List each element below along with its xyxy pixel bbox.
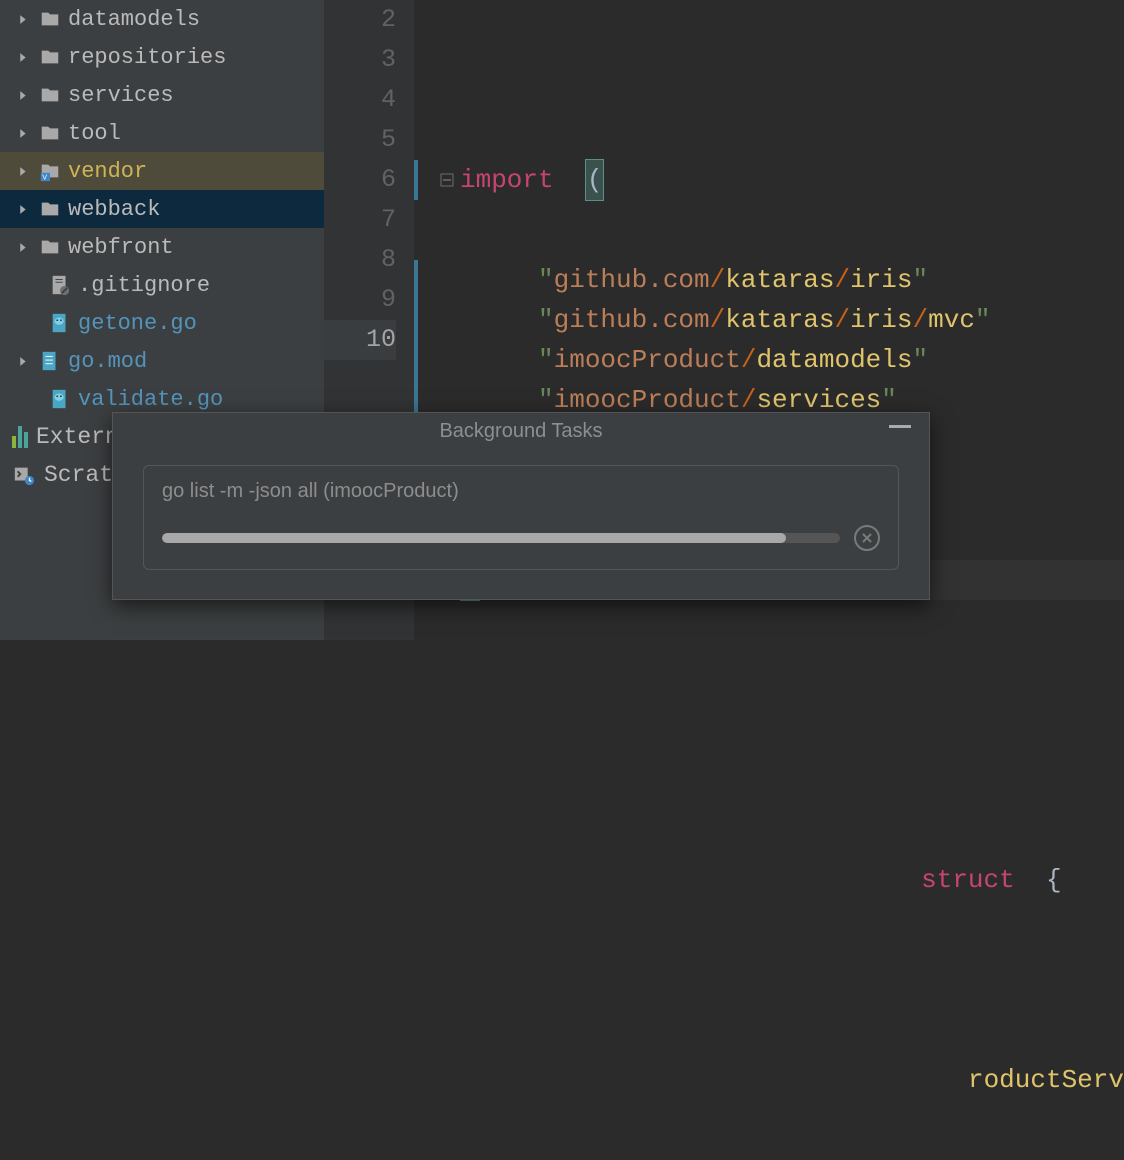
task-command: go list -m -json all (imoocProduct)	[162, 480, 880, 503]
tree-item-label: services	[68, 83, 174, 108]
line-number[interactable]: 8	[324, 240, 396, 280]
chevron-right-icon[interactable]	[14, 162, 32, 180]
folder-icon	[38, 83, 62, 107]
line-number[interactable]: 6	[324, 160, 396, 200]
folder-icon	[38, 45, 62, 69]
folder-icon	[38, 7, 62, 31]
chevron-right-icon[interactable]	[14, 200, 32, 218]
tree-item-go-mod[interactable]: go.mod	[0, 342, 324, 380]
chart-icon	[12, 426, 28, 448]
folder-icon	[38, 235, 62, 259]
minimize-icon[interactable]	[889, 425, 911, 428]
chevron-right-icon	[14, 390, 32, 408]
progress-bar	[162, 533, 840, 543]
tree-item-label: go.mod	[68, 349, 147, 374]
tree-item-services[interactable]: services	[0, 76, 324, 114]
chevron-right-icon[interactable]	[14, 352, 32, 370]
tree-item-label: webback	[68, 197, 160, 222]
go-icon	[48, 311, 72, 335]
console-icon	[12, 463, 36, 487]
tree-item-webback[interactable]: webback	[0, 190, 324, 228]
background-tasks-popup: Background Tasks go list -m -json all (i…	[112, 412, 930, 600]
keyword-import: import	[460, 160, 554, 200]
tree-item-label: repositories	[68, 45, 226, 70]
external-label: Extern	[36, 424, 119, 450]
folder-v-icon: V	[38, 159, 62, 183]
chevron-right-icon[interactable]	[14, 238, 32, 256]
chevron-right-icon[interactable]	[14, 86, 32, 104]
keyword-struct: struct	[921, 860, 1015, 900]
tree-item-label: tool	[68, 121, 121, 146]
code-line[interactable]: "github.com/kataras/iris"	[414, 260, 1124, 300]
tree-item-tool[interactable]: tool	[0, 114, 324, 152]
folder-icon	[38, 121, 62, 145]
chevron-right-icon[interactable]	[14, 10, 32, 28]
tree-item-repositories[interactable]: repositories	[0, 38, 324, 76]
popup-title: Background Tasks	[113, 413, 929, 449]
svg-text:V: V	[42, 172, 47, 181]
tree-item-webfront[interactable]: webfront	[0, 228, 324, 266]
gitignore-icon	[48, 273, 72, 297]
task: go list -m -json all (imoocProduct)	[143, 465, 899, 570]
line-number[interactable]: 5	[324, 120, 396, 160]
chevron-right-icon[interactable]	[14, 124, 32, 142]
tree-item-vendor[interactable]: Vvendor	[0, 152, 324, 190]
line-number[interactable]: 4	[324, 80, 396, 120]
folder-icon	[38, 197, 62, 221]
tree-item-datamodels[interactable]: datamodels	[0, 0, 324, 38]
tree-item-getone-go[interactable]: getone.go	[0, 304, 324, 342]
tree-item--gitignore[interactable]: .gitignore	[0, 266, 324, 304]
chevron-right-icon	[14, 314, 32, 332]
cancel-task-button[interactable]	[854, 525, 880, 551]
tree-item-label: validate.go	[78, 387, 223, 412]
line-number[interactable]: 9	[324, 280, 396, 320]
code-line[interactable]: "imoocProduct/datamodels"	[414, 340, 1124, 380]
line-number[interactable]: 10	[324, 320, 396, 360]
tree-item-label: datamodels	[68, 7, 200, 32]
line-number[interactable]: 3	[324, 40, 396, 80]
tree-item-label: webfront	[68, 235, 174, 260]
open-paren: (	[585, 159, 605, 201]
fold-icon[interactable]	[438, 171, 456, 189]
code-fragment: roductServ	[968, 1060, 1124, 1100]
go-icon	[48, 387, 72, 411]
chevron-right-icon	[14, 276, 32, 294]
tree-item-label: getone.go	[78, 311, 197, 336]
line-number[interactable]: 7	[324, 200, 396, 240]
code-line[interactable]: "github.com/kataras/iris/mvc"	[414, 300, 1124, 340]
tree-item-label: vendor	[68, 159, 147, 184]
chevron-right-icon[interactable]	[14, 48, 32, 66]
mod-icon	[38, 349, 62, 373]
line-number[interactable]: 2	[324, 0, 396, 40]
tree-item-label: .gitignore	[78, 273, 210, 298]
